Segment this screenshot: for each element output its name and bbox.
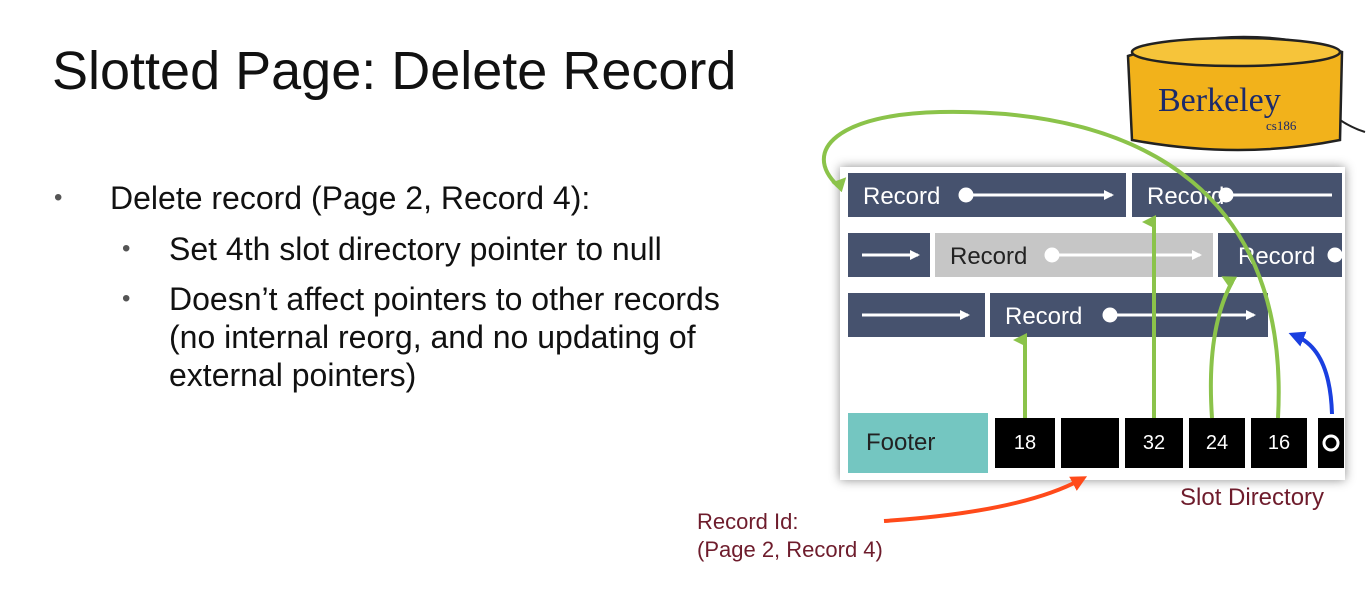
- logo-course: cs186: [1266, 118, 1297, 133]
- record-4: Record: [990, 293, 1268, 337]
- record-id-label: Record Id:: [697, 509, 799, 534]
- record-3: Record: [1218, 233, 1342, 277]
- record-label: Record: [1147, 183, 1225, 210]
- logo-name: Berkeley: [1158, 82, 1281, 119]
- record-label: Record: [863, 183, 941, 210]
- slot-4: 24: [1189, 418, 1245, 468]
- slot-3: 32: [1125, 418, 1183, 468]
- slot-5: 16: [1251, 418, 1307, 468]
- bullet-list: • Delete record (Page 2, Record 4): • Se…: [52, 178, 772, 394]
- record-id-pointer: [883, 476, 1088, 523]
- record-label: Record: [1238, 243, 1316, 270]
- subbullet-text: Set 4th slot directory pointer to null: [169, 231, 662, 267]
- bullet-dot-icon: •: [122, 235, 131, 262]
- slot-1: 18: [995, 418, 1055, 468]
- slot-directory-label: Slot Directory: [1180, 484, 1325, 511]
- bullet-text: Delete record (Page 2, Record 4):: [110, 180, 591, 216]
- record-id-annotation: Record Id: (Page 2, Record 4): [697, 508, 883, 564]
- record-2: Record: [1132, 173, 1342, 217]
- bullet-dot-icon: •: [122, 285, 131, 312]
- slot-2-null: [1061, 418, 1119, 468]
- record-label: Record: [950, 243, 1028, 270]
- record-id-value: (Page 2, Record 4): [697, 537, 883, 562]
- free-space-pointer-slot: [1318, 418, 1344, 468]
- bullet-delete-record: • Delete record (Page 2, Record 4):: [52, 178, 772, 218]
- bullet-dot-icon: •: [54, 184, 63, 211]
- record-3-continued: [848, 293, 985, 337]
- page-footer: Footer: [848, 413, 988, 473]
- deleted-record: Record: [935, 233, 1213, 277]
- slide-title: Slotted Page: Delete Record: [52, 41, 737, 101]
- record-2-continued: [848, 233, 930, 277]
- subbullet-set-pointer-null: • Set 4th slot directory pointer to null: [52, 230, 769, 268]
- subbullet-no-affect: • Doesn’t affect pointers to other recor…: [52, 280, 769, 394]
- record-1: Record: [848, 173, 1126, 217]
- subbullet-text: Doesn’t affect pointers to other records…: [169, 281, 720, 393]
- record-label: Record: [1005, 303, 1083, 330]
